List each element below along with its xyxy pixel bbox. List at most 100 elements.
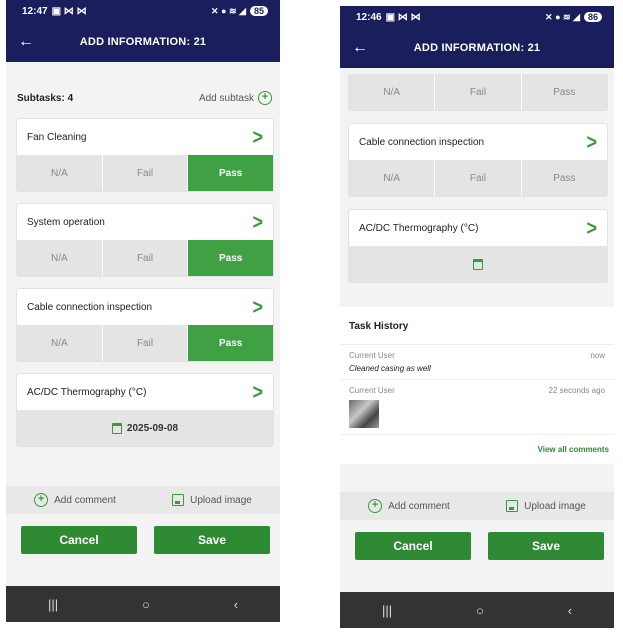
save-button[interactable]: Save	[154, 526, 270, 554]
recent-apps-icon[interactable]: |||	[382, 603, 392, 618]
option-na[interactable]: N/A	[349, 160, 436, 196]
subtask-header[interactable]: System operation >	[17, 204, 273, 240]
subtasks-section: N/A Fail Pass Cable connection inspectio…	[340, 74, 614, 464]
back-nav-icon[interactable]: ‹	[234, 597, 238, 612]
subtasks-header: Subtasks: 4 Add subtask +	[6, 84, 280, 112]
subtask-name: AC/DC Thermography (°C)	[359, 222, 479, 234]
option-fail[interactable]: Fail	[102, 325, 189, 361]
subtask-name: Cable connection inspection	[27, 301, 153, 313]
calendar-icon	[111, 422, 122, 434]
add-comment-label: Add comment	[54, 494, 116, 506]
result-selector: N/A Fail Pass	[17, 240, 274, 276]
phone-screen-right: 12:46 ▣ ⋈ ⋈ ✕ ● ≋ ◢ 86 ← ADD INFORMATION: …	[340, 6, 614, 628]
cancel-button[interactable]: Cancel	[21, 526, 137, 554]
home-icon[interactable]: ○	[476, 603, 484, 618]
subtask-card-partial: N/A Fail Pass	[348, 74, 608, 111]
option-na[interactable]: N/A	[17, 240, 103, 276]
save-button[interactable]: Save	[488, 532, 604, 560]
status-time: 12:47	[22, 5, 48, 17]
status-time: 12:46	[356, 11, 382, 23]
comment-actions-bar: + Add comment Upload image	[6, 486, 280, 514]
plus-circle-icon: +	[368, 499, 383, 513]
back-arrow-icon[interactable]: ←	[18, 33, 34, 51]
battery-indicator: 85	[249, 6, 268, 16]
subtask-card-system-operation: System operation > N/A Fail Pass	[16, 203, 274, 277]
option-fail[interactable]: Fail	[435, 74, 522, 110]
subtask-card-thermography: AC/DC Thermography (°C) >	[348, 209, 608, 283]
subtask-header[interactable]: Cable connection inspection >	[17, 289, 273, 325]
chevron-right-icon[interactable]: >	[586, 215, 597, 240]
chevron-right-icon[interactable]: >	[252, 209, 263, 234]
subtasks-count: Subtasks: 4	[17, 92, 74, 104]
image-icon	[506, 500, 519, 512]
date-value: 2025-09-08	[126, 422, 179, 434]
back-arrow-icon[interactable]: ←	[352, 39, 368, 57]
plus-circle-icon: +	[34, 493, 49, 507]
option-na[interactable]: N/A	[17, 325, 103, 361]
subtask-header[interactable]: Fan Cleaning >	[17, 119, 273, 155]
system-nav-bar: ||| ○ ‹	[340, 592, 614, 628]
cancel-button[interactable]: Cancel	[355, 532, 471, 560]
form-buttons: Cancel Save	[6, 526, 280, 554]
date-field[interactable]: 2025-09-08	[17, 410, 273, 446]
option-pass[interactable]: Pass	[188, 325, 274, 361]
option-na[interactable]: N/A	[349, 74, 436, 110]
recent-apps-icon[interactable]: |||	[48, 597, 58, 612]
add-comment-label: Add comment	[388, 500, 450, 512]
subtask-name: Fan Cleaning	[27, 131, 87, 143]
notification-icons: ▣ ⋈ ⋈	[385, 11, 421, 23]
page-title: ADD INFORMATION: 21	[79, 36, 207, 48]
battery-indicator: 86	[583, 12, 602, 22]
add-comment-button[interactable]: + Add comment	[368, 499, 450, 513]
view-all-comments-link[interactable]: View all comments	[340, 434, 614, 464]
entry-time: 22 seconds ago	[548, 386, 606, 395]
result-selector: N/A Fail Pass	[349, 74, 607, 110]
subtasks-section: Subtasks: 4 Add subtask + Fan Cleaning > N…	[6, 84, 280, 447]
result-selector: N/A Fail Pass	[17, 155, 274, 191]
option-na[interactable]: N/A	[17, 155, 103, 191]
upload-image-label: Upload image	[190, 494, 252, 506]
option-pass[interactable]: Pass	[188, 240, 274, 276]
image-icon	[172, 494, 185, 506]
entry-user: Current User	[349, 351, 395, 360]
add-subtask-button[interactable]: Add subtask +	[199, 91, 272, 105]
upload-image-button[interactable]: Upload image	[172, 494, 252, 506]
chevron-right-icon[interactable]: >	[252, 124, 263, 149]
notification-icons: ▣ ⋈ ⋈	[51, 5, 87, 17]
subtask-card-fan-cleaning: Fan Cleaning > N/A Fail Pass	[16, 118, 274, 192]
option-fail[interactable]: Fail	[102, 155, 189, 191]
option-pass[interactable]: Pass	[521, 160, 607, 196]
back-nav-icon[interactable]: ‹	[568, 603, 572, 618]
option-fail[interactable]: Fail	[435, 160, 522, 196]
entry-user: Current User	[349, 386, 395, 395]
signal-icons: ✕ ● ≋ ◢	[211, 5, 246, 16]
date-field[interactable]	[349, 246, 607, 282]
option-pass[interactable]: Pass	[188, 155, 274, 191]
status-bar: 12:46 ▣ ⋈ ⋈ ✕ ● ≋ ◢ 86	[340, 6, 614, 28]
phone-screen-left: 12:47 ▣ ⋈ ⋈ ✕ ● ≋ ◢ 85 ← ADD INFORMATION: …	[6, 0, 280, 622]
page-title: ADD INFORMATION: 21	[413, 42, 541, 54]
entry-comment: Cleaned casing as well	[349, 364, 431, 373]
add-subtask-label: Add subtask	[198, 92, 254, 104]
option-pass[interactable]: Pass	[521, 74, 607, 110]
option-fail[interactable]: Fail	[102, 240, 189, 276]
subtask-header[interactable]: AC/DC Thermography (°C) >	[349, 210, 607, 246]
chevron-right-icon[interactable]: >	[586, 129, 597, 154]
subtask-card-cable-connection: Cable connection inspection > N/A Fail Pa…	[348, 123, 608, 197]
upload-image-button[interactable]: Upload image	[506, 500, 586, 512]
signal-icons: ✕ ● ≋ ◢	[545, 11, 580, 22]
home-icon[interactable]: ○	[142, 597, 150, 612]
comment-actions-bar: + Add comment Upload image	[340, 492, 614, 520]
image-thumbnail[interactable]	[349, 400, 379, 428]
chevron-right-icon[interactable]: >	[252, 379, 263, 404]
chevron-right-icon[interactable]: >	[252, 294, 263, 319]
entry-time: now	[590, 351, 605, 360]
subtask-header[interactable]: AC/DC Thermography (°C) >	[17, 374, 273, 410]
subtask-header[interactable]: Cable connection inspection >	[349, 124, 607, 160]
add-comment-button[interactable]: + Add comment	[34, 493, 116, 507]
upload-image-label: Upload image	[524, 500, 586, 512]
task-history-section: Task History Current User now Cleaned cas…	[340, 307, 614, 464]
subtask-name: AC/DC Thermography (°C)	[27, 386, 147, 398]
result-selector: N/A Fail Pass	[349, 160, 607, 196]
history-entry: Current User 22 seconds ago	[340, 379, 614, 434]
